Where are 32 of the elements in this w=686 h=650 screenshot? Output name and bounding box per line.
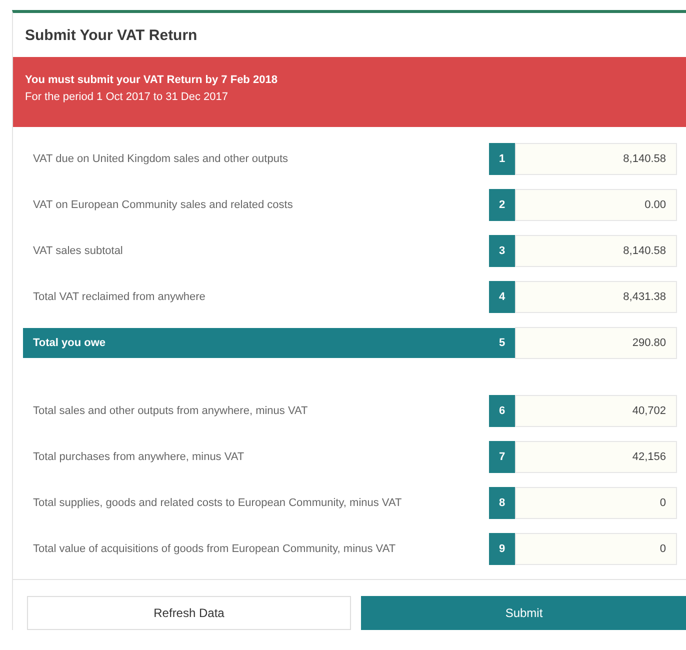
box-number: 6 <box>489 395 515 427</box>
row-label: VAT on European Community sales and related costs <box>32 199 294 211</box>
value-field[interactable]: 290.80 <box>515 327 677 359</box>
row-label: VAT sales subtotal <box>32 245 124 257</box>
value-field[interactable]: 8,140.58 <box>515 143 677 175</box>
value-field[interactable]: 0 <box>515 487 677 519</box>
total-label: Total you owe <box>32 337 107 349</box>
row-label: Total value of acquisitions of goods from European Community, minus VAT <box>32 543 397 555</box>
row-label: VAT due on United Kingdom sales and other outputs <box>32 153 289 165</box>
refresh-button[interactable]: Refresh Data <box>27 596 351 630</box>
row-label: Total supplies, goods and related costs to European Community, minus VAT <box>32 497 403 509</box>
alert-period: For the period 1 Oct 2017 to 31 Dec 2017 <box>25 91 230 103</box>
row-label: Total purchases from anywhere, minus VAT <box>32 451 246 463</box>
alert-headline: You must submit your VAT Return by 7 Feb 2018 <box>25 74 278 86</box>
box-number: 9 <box>489 533 515 565</box>
row-label: Total VAT reclaimed from anywhere <box>32 291 206 303</box>
box-number: 3 <box>489 235 515 267</box>
value-field[interactable]: 8,140.58 <box>515 235 677 267</box>
box-number: 2 <box>489 189 515 221</box>
box-number: 4 <box>489 281 515 313</box>
submit-button[interactable]: Submit <box>361 596 686 630</box>
box-number: 8 <box>489 487 515 519</box>
row-label: Total sales and other outputs from anywhere, minus VAT <box>32 405 309 417</box>
box-number: 7 <box>489 441 515 473</box>
panel-title: Submit Your VAT Return <box>24 26 198 46</box>
box-number: 5 <box>498 336 506 351</box>
value-field[interactable]: 42,156 <box>515 441 677 473</box>
value-field[interactable]: 40,702 <box>515 395 677 427</box>
box-number: 1 <box>489 143 515 175</box>
value-field[interactable]: 8,431.38 <box>515 281 677 313</box>
value-field[interactable]: 0.00 <box>515 189 677 221</box>
value-field[interactable]: 0 <box>515 533 677 565</box>
